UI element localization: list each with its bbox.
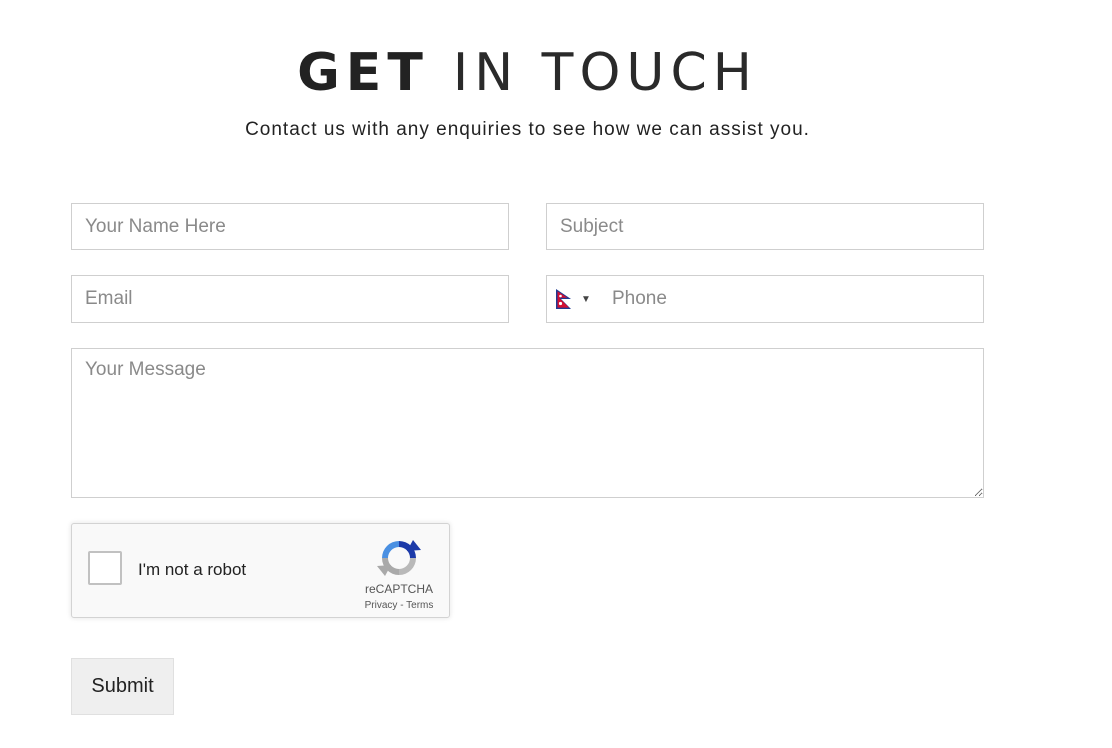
recaptcha-checkbox[interactable] xyxy=(88,551,122,585)
recaptcha-links: Privacy - Terms xyxy=(342,600,456,611)
title-light: IN TOUCH xyxy=(452,43,758,103)
title-bold: GET xyxy=(297,43,429,103)
recaptcha-widget: I'm not a robot reCAPTCHA Privacy - Term… xyxy=(71,523,450,618)
recaptcha-label: I'm not a robot xyxy=(138,560,247,579)
phone-field: ▼ xyxy=(546,275,1005,323)
subject-input[interactable] xyxy=(546,203,984,250)
privacy-link[interactable]: Privacy xyxy=(365,600,398,611)
name-input[interactable] xyxy=(71,203,509,250)
submit-button[interactable]: Submit xyxy=(71,658,174,715)
page-subtitle: Contact us with any enquiries to see how… xyxy=(245,119,810,140)
recaptcha-logo-icon xyxy=(377,540,421,576)
terms-link[interactable]: Terms xyxy=(406,600,433,611)
message-textarea[interactable] xyxy=(71,348,984,498)
email-input[interactable] xyxy=(71,275,509,323)
page-title: GET IN TOUCH xyxy=(0,38,1055,108)
nepal-flag-icon xyxy=(556,289,571,309)
phone-input[interactable] xyxy=(599,276,1005,322)
country-code-dropdown[interactable]: ▼ xyxy=(556,288,592,310)
chevron-down-icon: ▼ xyxy=(581,293,591,305)
recaptcha-brand: reCAPTCHA xyxy=(364,582,433,596)
links-separator: - xyxy=(400,600,404,611)
contact-page: GET IN TOUCH Contact us with any enquiri… xyxy=(0,0,1112,748)
